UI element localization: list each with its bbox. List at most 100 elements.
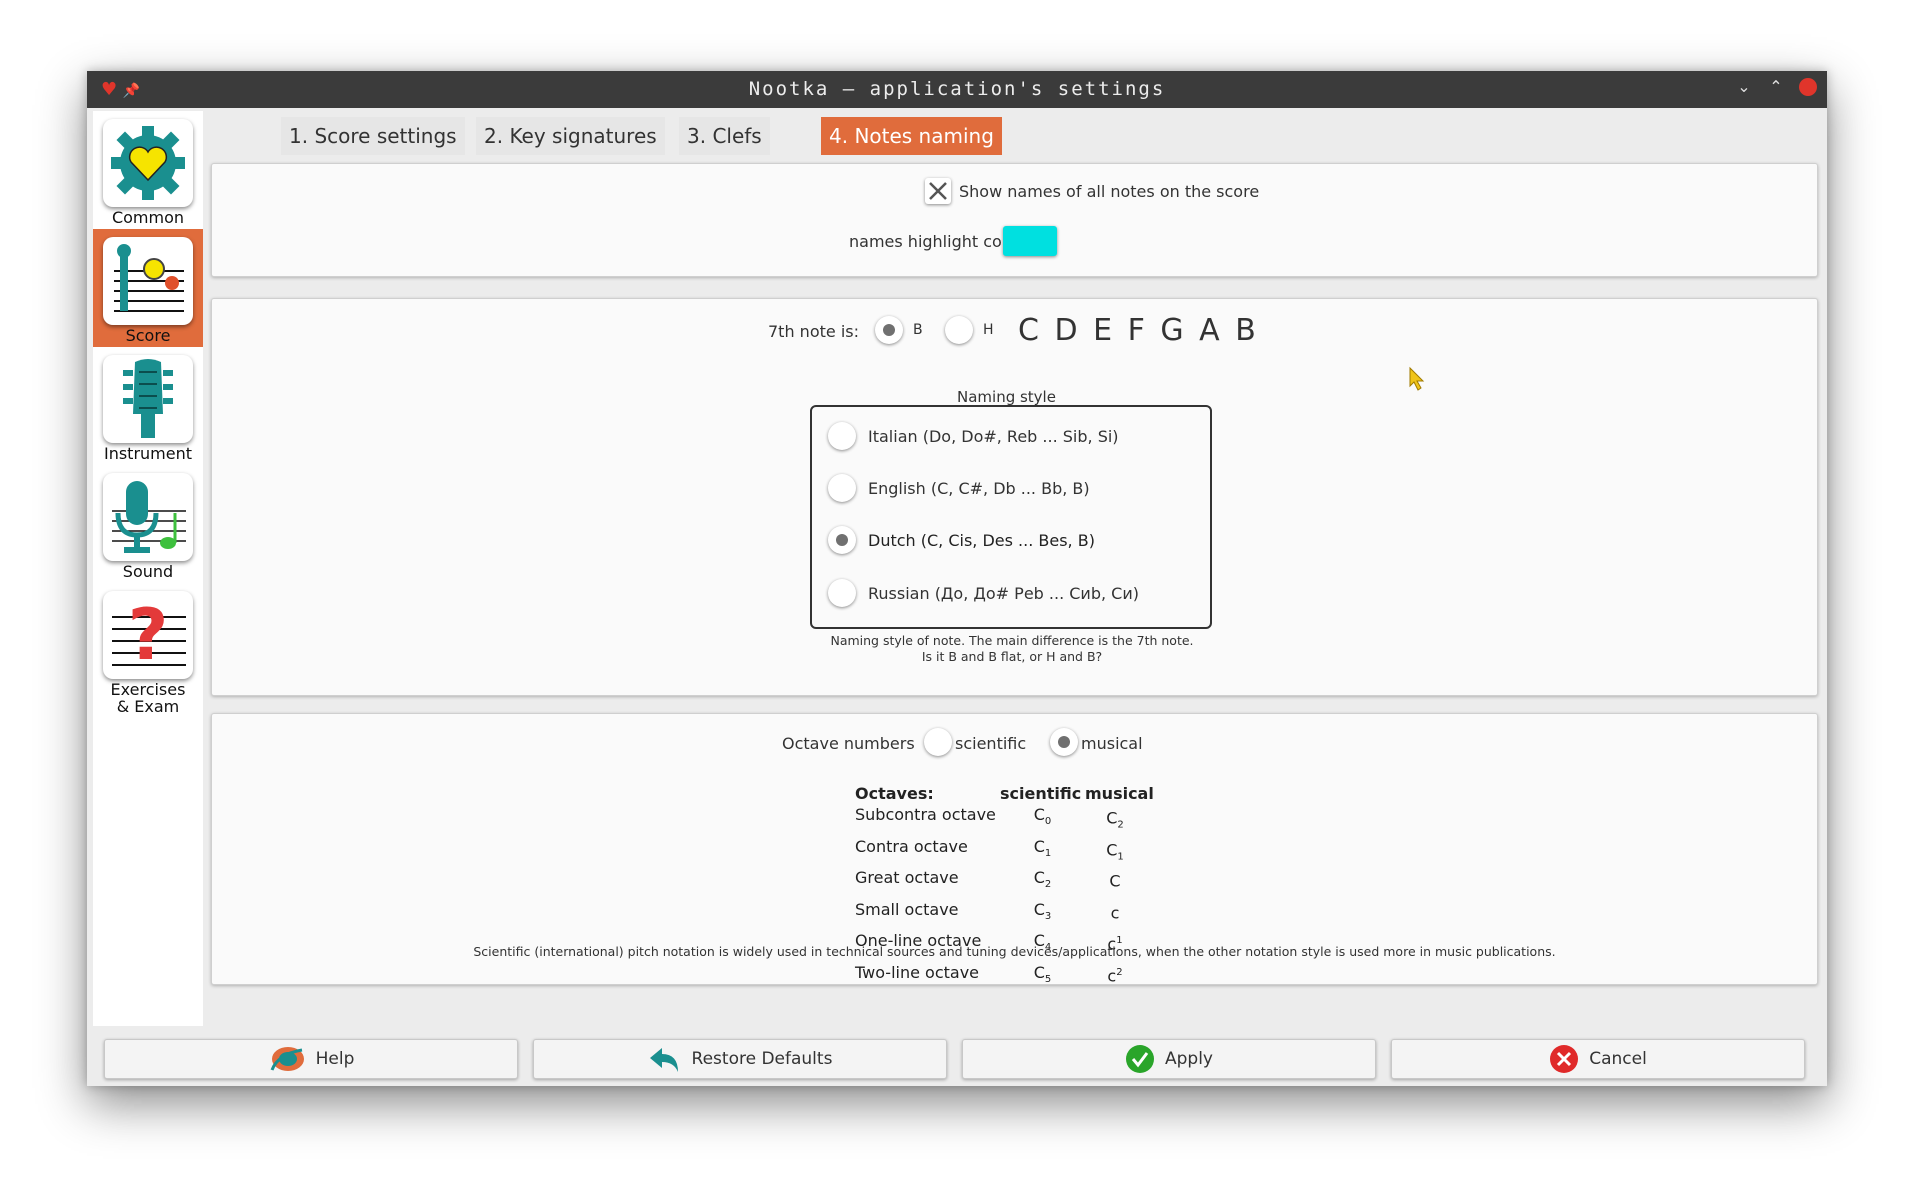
octave-scientific: C5 bbox=[1033, 962, 1052, 985]
help-label: Help bbox=[315, 1049, 355, 1069]
octave-musical: c2 bbox=[1107, 965, 1123, 985]
description-line-1: Naming style of note. The main differenc… bbox=[830, 633, 1194, 648]
octave-musical: C1 bbox=[1106, 839, 1124, 863]
highlight-color-button[interactable] bbox=[1003, 226, 1057, 256]
seventh-note-h-label: H bbox=[983, 322, 994, 338]
apply-label: Apply bbox=[1165, 1049, 1213, 1069]
sidebar-item-score[interactable]: Score bbox=[93, 229, 203, 347]
restore-defaults-button[interactable]: Restore Defaults bbox=[533, 1039, 947, 1079]
help-icon bbox=[270, 1047, 304, 1071]
seventh-note-b-label: B bbox=[913, 322, 923, 338]
show-names-checkbox[interactable] bbox=[925, 178, 951, 204]
style-russian-radio[interactable] bbox=[828, 579, 856, 607]
octave-musical: c bbox=[1110, 902, 1120, 922]
octave-scientific-label: scientific bbox=[955, 734, 1027, 753]
style-italian-label: Italian (Do, Do#, Reb ... Sib, Si) bbox=[868, 427, 1119, 446]
sidebar-item-label: Common bbox=[111, 208, 185, 227]
style-italian-radio[interactable] bbox=[828, 422, 856, 450]
style-english-label: English (C, C#, Db ... Bb, B) bbox=[868, 479, 1090, 498]
style-english-radio[interactable] bbox=[828, 474, 856, 502]
seventh-note-b-radio[interactable] bbox=[875, 316, 903, 344]
sidebar-item-label: Exercises & Exam bbox=[110, 680, 186, 716]
octave-name: Two-line octave bbox=[855, 962, 980, 982]
gear-heart-icon bbox=[103, 119, 193, 207]
octave-musical: C2 bbox=[1106, 808, 1124, 831]
octave-musical: c1 bbox=[1107, 934, 1123, 954]
octave-table-row: Subcontra octave C0 C2 bbox=[855, 804, 1145, 836]
question-mark-icon: ? bbox=[103, 591, 193, 679]
undo-arrow-icon bbox=[649, 1048, 678, 1072]
minimize-icon[interactable]: ⌄ bbox=[1735, 77, 1753, 96]
scale-preview: C D E F G A B bbox=[1018, 313, 1259, 348]
sidebar-item-instrument[interactable]: Instrument bbox=[93, 347, 203, 465]
guitar-headstock-icon bbox=[103, 355, 193, 443]
header-scientific: scientific bbox=[1000, 784, 1082, 803]
octave-scientific: C0 bbox=[1033, 805, 1052, 828]
naming-style-description: Naming style of note. The main differenc… bbox=[712, 633, 1312, 665]
octave-table-header: Octaves: scientific musical bbox=[855, 783, 1154, 804]
octave-musical-label: musical bbox=[1081, 734, 1143, 753]
tab-notes-naming[interactable]: 4. Notes naming bbox=[821, 117, 1002, 155]
octave-table-row: One-line octave C4 c1 bbox=[855, 930, 1145, 962]
checked-x-icon bbox=[929, 182, 947, 200]
names-panel: Show names of all notes on the score nam… bbox=[211, 163, 1818, 277]
octave-scientific: C1 bbox=[1033, 836, 1052, 859]
cancel-icon bbox=[1550, 1045, 1579, 1073]
cancel-label: Cancel bbox=[1589, 1049, 1647, 1069]
octave-table-row: Two-line octave C5 c2 bbox=[855, 962, 1145, 994]
help-button[interactable]: Help bbox=[104, 1039, 518, 1079]
maximize-icon[interactable]: ⌃ bbox=[1767, 77, 1785, 96]
octave-scientific: C3 bbox=[1033, 899, 1052, 922]
sidebar-item-label: Instrument bbox=[103, 444, 193, 463]
octave-table-row: Great octave C2 C bbox=[855, 867, 1145, 899]
close-icon[interactable] bbox=[1799, 77, 1817, 96]
style-dutch-radio[interactable] bbox=[828, 526, 856, 554]
seventh-note-label: 7th note is: bbox=[768, 322, 859, 341]
svg-text:?: ? bbox=[128, 595, 169, 675]
show-names-label: Show names of all notes on the score bbox=[959, 182, 1260, 201]
title-bar: ♥ 📌 Nootka – application's settings ⌄ ⌃ bbox=[87, 71, 1827, 108]
description-line-2: Is it B and B flat, or H and B? bbox=[921, 649, 1103, 664]
sidebar-item-sound[interactable]: Sound bbox=[93, 465, 203, 583]
octave-table-row: Small octave C3 c bbox=[855, 899, 1145, 931]
tab-clefs[interactable]: 3. Clefs bbox=[679, 117, 770, 155]
cancel-button[interactable]: Cancel bbox=[1391, 1039, 1805, 1079]
mouse-cursor-icon bbox=[1408, 366, 1426, 396]
header-musical: musical bbox=[1085, 784, 1154, 803]
apply-button[interactable]: Apply bbox=[962, 1039, 1376, 1079]
octave-table-row: Contra octave C1 C1 bbox=[855, 836, 1145, 868]
octave-scientific-radio[interactable] bbox=[924, 728, 952, 756]
tab-score-settings[interactable]: 1. Score settings bbox=[281, 117, 465, 155]
style-dutch-label: Dutch (C, Cis, Des ... Bes, B) bbox=[868, 531, 1095, 550]
octave-name: Subcontra octave bbox=[855, 805, 996, 824]
octave-scientific: C2 bbox=[1033, 868, 1052, 891]
check-icon bbox=[1126, 1045, 1154, 1073]
window-title: Nootka – application's settings bbox=[748, 78, 1166, 100]
octave-name: Contra octave bbox=[855, 836, 968, 856]
score-tools-icon bbox=[103, 237, 193, 325]
octave-name: Great octave bbox=[855, 868, 959, 888]
naming-panel: 7th note is: B H C D E F G A B Naming st… bbox=[211, 298, 1818, 696]
sidebar-item-exercises-exam[interactable]: ? Exercises & Exam bbox=[93, 583, 203, 716]
naming-style-title: Naming style bbox=[957, 388, 1056, 406]
sidebar-item-common[interactable]: Common bbox=[93, 111, 203, 229]
tab-key-signatures[interactable]: 2. Key signatures bbox=[476, 117, 665, 155]
header-octaves: Octaves: bbox=[855, 784, 934, 803]
sidebar: Common Score Instrument Sound ? Exercise… bbox=[93, 111, 203, 1026]
octave-table: Octaves: scientific musical Subcontra oc… bbox=[855, 783, 1154, 994]
octave-musical-radio[interactable] bbox=[1050, 728, 1078, 756]
tab-bar: 1. Score settings 2. Key signatures 3. C… bbox=[203, 109, 1827, 155]
style-russian-label: Russian (До, До# Реb ... Сиb, Си) bbox=[868, 584, 1139, 603]
naming-style-group: Italian (Do, Do#, Reb ... Sib, Si) Engli… bbox=[810, 405, 1212, 629]
octave-musical: C bbox=[1109, 871, 1121, 891]
sidebar-item-label: Score bbox=[125, 326, 171, 345]
highlight-color-label: names highlight color bbox=[849, 232, 1023, 251]
octave-name: One-line octave bbox=[855, 931, 982, 951]
seventh-note-h-radio[interactable] bbox=[945, 316, 973, 344]
sidebar-item-label: Sound bbox=[122, 562, 174, 581]
octave-name: Small octave bbox=[855, 899, 959, 919]
octave-scientific: C4 bbox=[1033, 931, 1052, 954]
microphone-icon bbox=[103, 473, 193, 561]
restore-defaults-label: Restore Defaults bbox=[691, 1049, 833, 1069]
octave-numbers-label: Octave numbers bbox=[782, 734, 915, 753]
